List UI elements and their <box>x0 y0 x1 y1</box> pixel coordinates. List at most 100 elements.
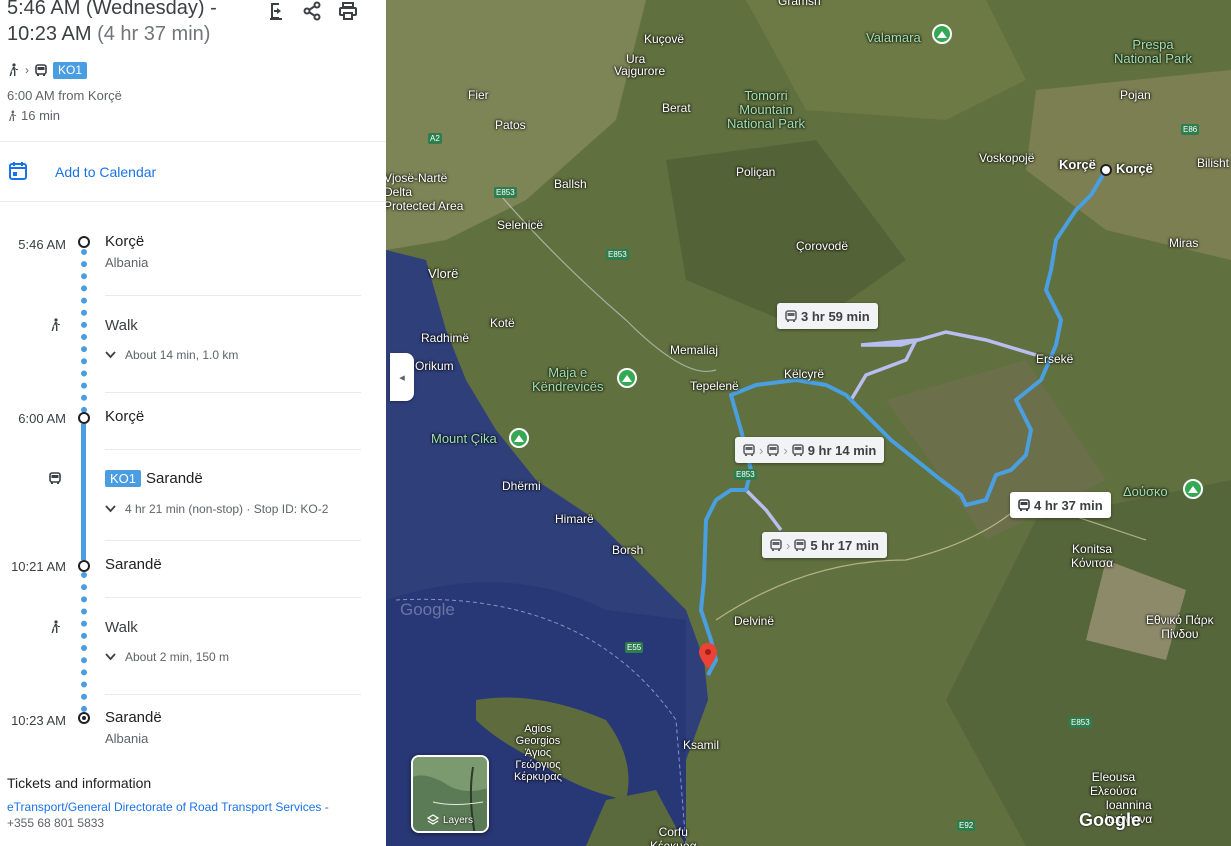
divider <box>105 295 361 296</box>
place-label: Ballsh <box>554 177 587 191</box>
road-label: E86 <box>1181 124 1200 135</box>
walk-label: Walk <box>105 619 138 636</box>
walk-icon <box>47 619 63 635</box>
park-label: Εθνικό Πάρκ Πίνδου <box>1146 613 1214 641</box>
place-label: Korçë <box>1059 157 1096 172</box>
place-label: Ersekë <box>1036 352 1074 366</box>
walk-icon <box>9 110 17 121</box>
park-label: Mount Çika <box>431 431 497 446</box>
route-duration: 3 hr 59 min <box>801 308 870 324</box>
bus-icon <box>1018 498 1030 511</box>
place-label: Borsh <box>612 543 644 557</box>
chevron-right-icon: › <box>786 537 791 553</box>
park-icon[interactable] <box>1183 479 1203 499</box>
tickets-link[interactable]: eTransport/General Directorate of Road T… <box>7 800 321 814</box>
destination-pin-icon[interactable] <box>699 643 717 669</box>
walk-icon <box>47 317 63 333</box>
place-label: Çorovodë <box>796 239 849 253</box>
bus-icon <box>794 538 807 551</box>
divider <box>0 141 386 142</box>
park-label: Vjosë-Nartë Delta Protected Area <box>386 171 464 213</box>
park-icon[interactable] <box>509 428 529 448</box>
route-option-2[interactable]: › › 9 hr 14 min <box>735 437 885 463</box>
bus-destination: Sarandë <box>146 470 203 487</box>
park-label: Maja e Këndrevicës <box>532 365 604 394</box>
chevron-left-icon: ◂ <box>399 371 405 384</box>
walk-details-toggle[interactable]: About 2 min, 150 m <box>105 650 229 664</box>
place-label: Eleousa Ελεούσα <box>1090 770 1137 798</box>
stop-name[interactable]: Korçë <box>105 233 144 250</box>
divider <box>105 540 361 541</box>
place-label: Ksamil <box>683 738 720 752</box>
directions-panel: 5:46 AM (Wednesday) - 10:23 AM (4 hr 37 … <box>0 0 386 846</box>
place-label: Fier <box>468 88 489 102</box>
layers-button[interactable]: Layers <box>411 755 489 833</box>
walk-details-toggle[interactable]: About 14 min, 1.0 km <box>105 348 238 362</box>
place-label: Berat <box>662 101 691 115</box>
walk-detail-text: About 14 min, 1.0 km <box>125 348 239 362</box>
tickets-phone[interactable]: +355 68 801 5833 <box>7 816 104 830</box>
print-icon[interactable] <box>335 0 361 24</box>
place-label: Tepelenë <box>690 379 739 393</box>
trip-time-line2: 10:23 AM (4 hr 37 min) <box>7 23 210 46</box>
stop-time: 6:00 AM <box>18 411 66 426</box>
road-label: E853 <box>606 249 629 260</box>
place-label: Kotë <box>490 316 515 330</box>
stop-circle <box>78 560 90 572</box>
layers-icon <box>426 814 439 825</box>
map-view[interactable]: Gramsh Kuçovë Ura Vajgurore Fier Berat P… <box>386 0 1231 846</box>
place-label: Voskopojë <box>979 151 1035 165</box>
stop-name[interactable]: Korçë <box>105 408 144 425</box>
chevron-right-icon: › <box>759 442 764 458</box>
place-label: Vajgurore <box>614 64 666 78</box>
route-option-selected[interactable]: 4 hr 37 min <box>1010 492 1111 518</box>
divider <box>0 201 386 202</box>
place-label: Himarë <box>555 512 594 526</box>
bus-icon <box>743 443 755 456</box>
route-duration: 9 hr 14 min <box>807 442 877 458</box>
bus-icon <box>767 443 780 456</box>
place-label: Δούσκο <box>1123 484 1168 499</box>
divider <box>105 449 361 450</box>
stop-circle <box>78 412 90 424</box>
park-icon[interactable] <box>617 368 637 388</box>
stop-name[interactable]: Sarandë <box>105 709 162 726</box>
destination-circle <box>78 712 90 724</box>
share-icon[interactable] <box>299 0 325 24</box>
place-label: Patos <box>495 118 526 132</box>
download-icon[interactable] <box>263 0 289 24</box>
place-label: Agios Georgios Άγιος Γεώργιος Κέρκυρας <box>514 723 562 783</box>
place-label: Miras <box>1169 236 1199 250</box>
departure-info: 6:00 AM from Korçë <box>7 88 122 103</box>
walk-total: 16 min <box>7 108 60 123</box>
divider <box>105 597 361 598</box>
place-label: Memaliaj <box>670 343 719 357</box>
chevron-right-icon: › <box>783 442 788 458</box>
walk-icon <box>9 63 18 76</box>
park-icon[interactable] <box>932 24 952 44</box>
road-label: E55 <box>625 642 644 653</box>
bus-details-toggle[interactable]: 4 hr 21 min (non-stop) · Stop ID: KO-2 <box>105 502 328 516</box>
add-to-calendar-link[interactable]: Add to Calendar <box>55 164 156 180</box>
place-label: Gramsh <box>778 0 821 8</box>
bus-icon <box>770 538 782 551</box>
stop-name[interactable]: Sarandë <box>105 556 162 573</box>
divider <box>105 392 361 393</box>
park-label: Tomorri Mountain National Park <box>727 88 806 131</box>
bus-route[interactable]: KO1 Sarandë <box>105 470 203 487</box>
layers-text: Layers <box>442 814 473 826</box>
tickets-heading: Tickets and information <box>7 775 152 791</box>
route-option-3[interactable]: › 5 hr 17 min <box>762 532 887 558</box>
transit-line <box>81 424 86 560</box>
chevron-right-icon: › <box>25 63 29 77</box>
calendar-icon[interactable] <box>8 161 28 186</box>
stop-country: Albania <box>105 731 149 746</box>
bus-icon <box>47 470 63 486</box>
road-label: A2 <box>428 133 442 144</box>
chevron-down-icon <box>105 505 116 513</box>
route-duration: 5 hr 17 min <box>810 537 879 553</box>
park-label: Prespa National Park <box>1114 37 1193 66</box>
place-label: Radhimë <box>421 331 470 345</box>
route-option-1[interactable]: 3 hr 59 min <box>777 303 878 329</box>
collapse-panel-button[interactable]: ◂ <box>390 353 414 401</box>
